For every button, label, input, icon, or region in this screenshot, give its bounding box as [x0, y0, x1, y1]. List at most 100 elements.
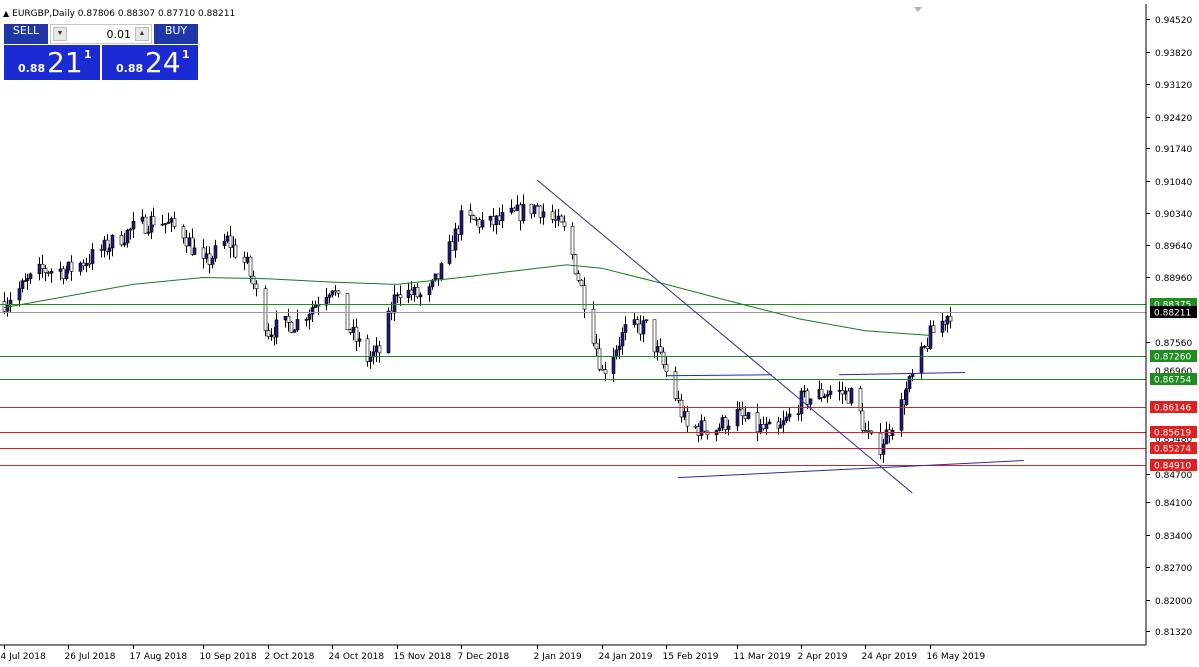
candle-body	[374, 345, 379, 353]
candle-body	[99, 249, 104, 251]
symbol-info: EURGBP,Daily	[12, 9, 75, 19]
candle-body	[840, 390, 845, 395]
candle-body	[395, 294, 400, 297]
buy-price-box[interactable]: 0.88 24 1	[102, 45, 198, 80]
candle-body	[169, 218, 174, 223]
candle-body	[37, 263, 42, 275]
ohlc-values: 0.87806 0.88307 0.87710 0.88211	[77, 9, 236, 19]
candle-body	[251, 275, 256, 285]
candle-body	[327, 294, 332, 298]
candle-body	[849, 388, 854, 404]
y-tick-label: 0.82700	[1155, 564, 1192, 574]
candle-body	[468, 210, 473, 216]
lot-size-input[interactable]	[69, 27, 131, 41]
price-chart[interactable]: 0.94520 0.93820 0.93120 0.92420 0.91740 0.910…	[0, 0, 1199, 667]
candle-body	[81, 262, 86, 267]
candle-body	[685, 411, 690, 427]
triangle-icon: ▲	[3, 9, 10, 18]
candle-body	[439, 263, 444, 279]
candle-body	[828, 390, 833, 395]
x-tick-label: 10 Sep 2018	[200, 652, 257, 662]
candle-body	[128, 228, 133, 231]
candle-body	[521, 203, 526, 222]
candle-body	[102, 239, 107, 251]
candle-body	[151, 216, 156, 226]
price-axis: 0.94520 0.93820 0.93120 0.92420 0.91740 0.910…	[0, 4, 1197, 662]
x-tick-label: 2 Jan 2019	[534, 652, 582, 662]
candle-body	[207, 253, 212, 265]
trendline	[666, 374, 772, 377]
y-tick-label: 0.82000	[1155, 597, 1192, 607]
chevron-down-icon[interactable]: ▼	[53, 27, 67, 41]
candle-body	[351, 326, 356, 333]
candle-body	[474, 219, 479, 221]
candle-body	[735, 408, 740, 427]
candle-body	[46, 272, 51, 274]
candle-body	[307, 313, 312, 320]
candle-body	[406, 289, 411, 298]
x-tick-label: 15 Feb 2019	[663, 652, 719, 662]
candle-body	[181, 226, 186, 239]
candle-body	[737, 408, 742, 411]
candle-body	[184, 237, 189, 247]
buy-button[interactable]: BUY	[154, 24, 198, 44]
chevron-up-icon[interactable]: ▲	[135, 27, 149, 41]
buy-price-big: 24	[145, 46, 181, 79]
candle-body	[620, 332, 625, 347]
candle-body	[248, 256, 253, 277]
candle-body	[330, 290, 335, 296]
candle-body	[90, 249, 95, 264]
y-tick-label: 0.94520	[1155, 16, 1192, 26]
candle-body	[25, 278, 30, 281]
candle-body	[843, 390, 848, 395]
candle-body	[412, 287, 417, 296]
candle-body	[131, 221, 136, 230]
candle-body	[187, 237, 192, 247]
candle-body	[245, 256, 250, 263]
candlestick-series	[2, 194, 953, 463]
candle-body	[119, 235, 124, 246]
candle-body	[676, 398, 681, 401]
candle-body	[433, 273, 438, 281]
y-tick-label: 0.90340	[1155, 210, 1192, 220]
x-tick-label: 15 Nov 2018	[394, 652, 452, 662]
candle-body	[837, 390, 842, 392]
candle-body	[696, 426, 701, 436]
candle-body	[78, 262, 83, 272]
candle-body	[286, 315, 291, 323]
candle-body	[720, 417, 725, 429]
x-tick-label: 4 Jul 2018	[1, 652, 46, 662]
candle-body	[573, 254, 578, 275]
candle-body	[43, 268, 48, 273]
candle-body	[723, 417, 728, 430]
sell-button[interactable]: SELL	[4, 24, 48, 44]
candle-body	[140, 216, 145, 222]
candle-body	[354, 326, 359, 342]
candle-body	[860, 410, 865, 431]
lot-size-stepper[interactable]: ▼ ▲	[50, 24, 152, 44]
x-tick-label: 26 Jul 2018	[65, 652, 116, 662]
sell-price-box[interactable]: 0.88 21 1	[4, 45, 100, 80]
candle-body	[228, 235, 233, 248]
candle-body	[541, 211, 546, 218]
candle-body	[940, 320, 945, 333]
candle-body	[819, 388, 824, 398]
candle-body	[365, 338, 370, 362]
candle-body	[693, 425, 698, 428]
candle-body	[49, 271, 54, 274]
candle-body	[66, 261, 71, 271]
candle-body	[392, 294, 397, 314]
shift-marker-icon	[914, 7, 922, 12]
candle-body	[611, 356, 616, 374]
candle-body	[881, 443, 886, 455]
x-tick-label: 11 Mar 2019	[734, 652, 791, 662]
chart-header: ▲ EURGBP,Daily 0.87806 0.88307 0.87710 0.…	[3, 9, 235, 19]
candle-body	[726, 425, 731, 430]
candle-body	[266, 330, 271, 337]
candle-body	[494, 215, 499, 226]
candle-body	[740, 408, 745, 417]
candle-body	[682, 411, 687, 418]
candle-body	[500, 212, 505, 221]
x-tick-label: 2 Apr 2019	[798, 652, 848, 662]
candle-body	[743, 415, 748, 419]
